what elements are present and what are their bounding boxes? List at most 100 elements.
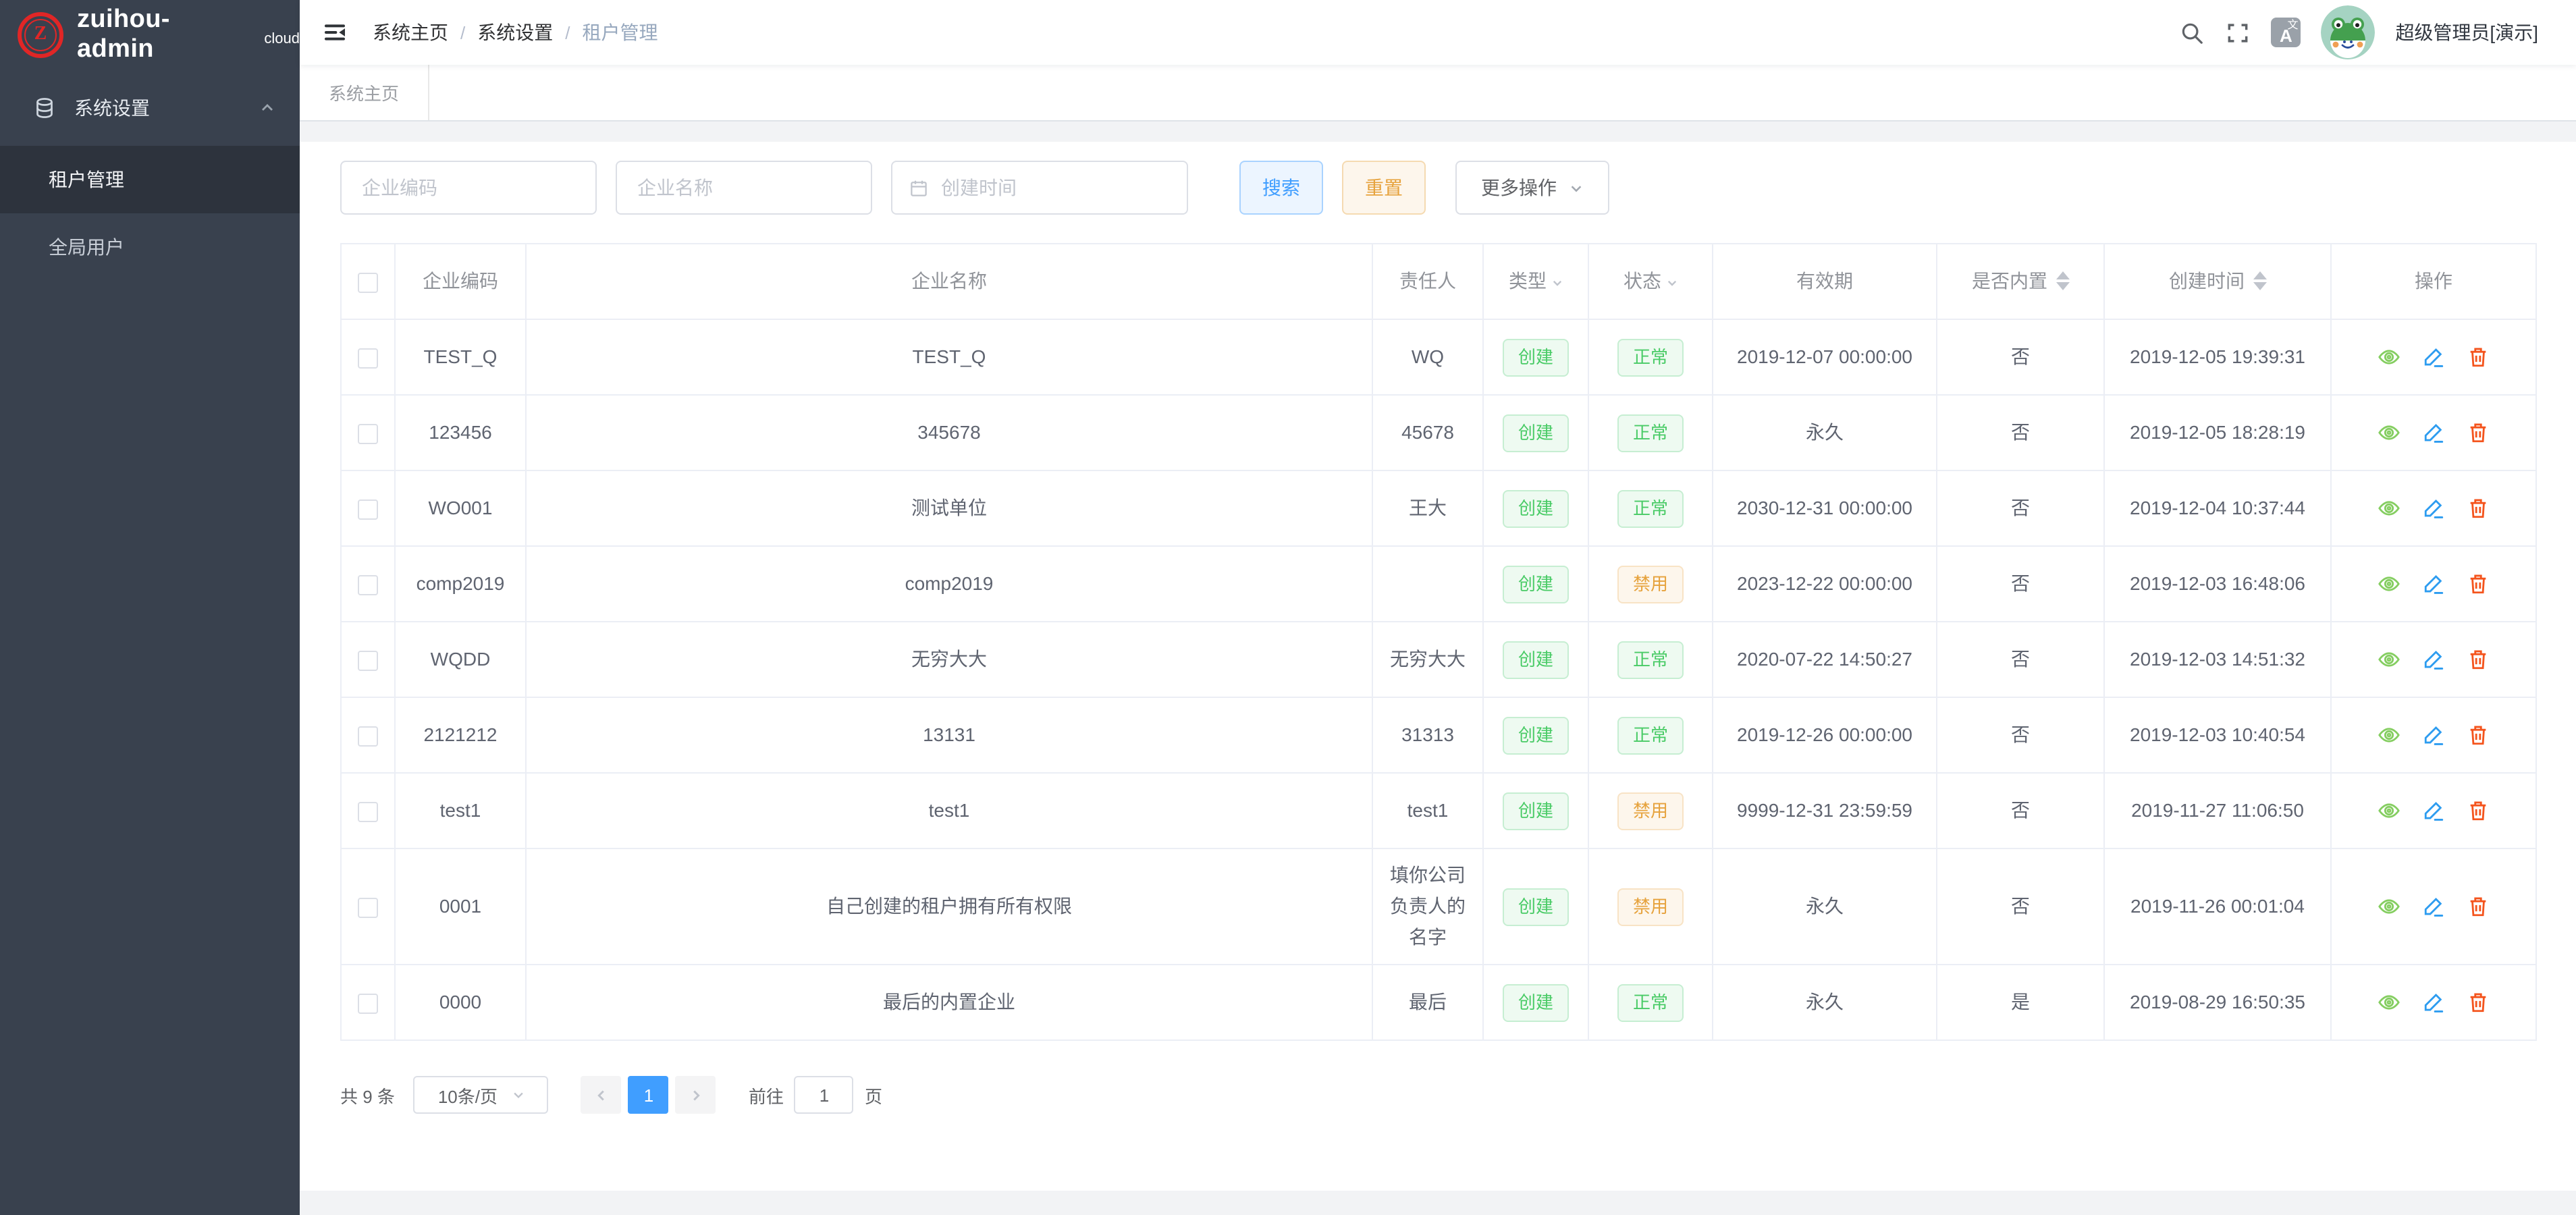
language-icon-sub: 文 bbox=[2287, 20, 2298, 31]
avatar[interactable] bbox=[2321, 5, 2375, 59]
row-checkbox[interactable] bbox=[358, 726, 378, 747]
logo-letter: Z bbox=[34, 24, 47, 46]
hamburger-icon[interactable] bbox=[321, 19, 348, 46]
reset-button[interactable]: 重置 bbox=[1342, 161, 1426, 215]
cell-owner: 无穷大大 bbox=[1372, 622, 1483, 697]
company-code-input[interactable] bbox=[340, 161, 597, 215]
sidebar-item-system-settings[interactable]: 系统设置 bbox=[0, 70, 300, 146]
edit-icon[interactable] bbox=[2422, 895, 2445, 918]
calendar-icon bbox=[909, 178, 929, 198]
view-icon[interactable] bbox=[2378, 648, 2400, 671]
row-checkbox[interactable] bbox=[358, 424, 378, 444]
cell-status: 禁用 bbox=[1588, 773, 1713, 848]
view-icon[interactable] bbox=[2378, 991, 2400, 1014]
fullscreen-icon[interactable] bbox=[2225, 20, 2251, 45]
status-tag: 正常 bbox=[1618, 489, 1683, 527]
view-icon[interactable] bbox=[2378, 421, 2400, 444]
sort-carets-icon[interactable] bbox=[2253, 272, 2266, 291]
search-icon[interactable] bbox=[2179, 20, 2205, 45]
row-checkbox[interactable] bbox=[358, 348, 378, 369]
table-row: 21212121313131313创建正常2019-12-26 00:00:00… bbox=[341, 697, 2536, 773]
status-tag: 禁用 bbox=[1618, 565, 1683, 603]
cell-expiry: 2019-12-07 00:00:00 bbox=[1713, 319, 1937, 395]
cell-owner: 王大 bbox=[1372, 470, 1483, 546]
row-checkbox[interactable] bbox=[358, 994, 378, 1014]
delete-icon[interactable] bbox=[2467, 648, 2490, 671]
column-header-select[interactable] bbox=[341, 244, 395, 319]
status-tag: 正常 bbox=[1618, 716, 1683, 754]
row-checkbox[interactable] bbox=[358, 651, 378, 671]
main-area: 系统主页 / 系统设置 / 租户管理 A bbox=[300, 0, 2576, 1215]
goto-page-input[interactable] bbox=[795, 1076, 854, 1114]
page-number-button[interactable]: 1 bbox=[628, 1076, 669, 1114]
company-name-input[interactable] bbox=[616, 161, 872, 215]
cell-expiry: 永久 bbox=[1713, 965, 1937, 1040]
cell-name: 345678 bbox=[526, 395, 1372, 470]
row-checkbox[interactable] bbox=[358, 575, 378, 595]
sidebar-menu: 系统设置 租户管理 全局用户 bbox=[0, 70, 300, 281]
delete-icon[interactable] bbox=[2467, 799, 2490, 822]
cell-builtin: 否 bbox=[1937, 697, 2104, 773]
delete-icon[interactable] bbox=[2467, 991, 2490, 1014]
column-header-builtin[interactable]: 是否内置 bbox=[1937, 244, 2104, 319]
view-icon[interactable] bbox=[2378, 346, 2400, 369]
view-icon[interactable] bbox=[2378, 799, 2400, 822]
current-user-name[interactable]: 超级管理员[演示] bbox=[2395, 19, 2538, 46]
delete-icon[interactable] bbox=[2467, 497, 2490, 520]
cell-type: 创建 bbox=[1483, 848, 1588, 965]
select-all-checkbox[interactable] bbox=[358, 273, 378, 293]
view-icon[interactable] bbox=[2378, 497, 2400, 520]
column-header-created[interactable]: 创建时间 bbox=[2104, 244, 2331, 319]
prev-page-button[interactable] bbox=[581, 1076, 622, 1114]
cell-select bbox=[341, 965, 395, 1040]
cell-created: 2019-08-29 16:50:35 bbox=[2104, 965, 2331, 1040]
edit-icon[interactable] bbox=[2422, 799, 2445, 822]
edit-icon[interactable] bbox=[2422, 648, 2445, 671]
logo[interactable]: Z zuihou-admin cloud bbox=[0, 0, 300, 70]
logo-icon: Z bbox=[18, 12, 63, 58]
row-checkbox[interactable] bbox=[358, 802, 378, 822]
create-time-input[interactable]: 创建时间 bbox=[891, 161, 1188, 215]
filter-chevron-icon[interactable] bbox=[1665, 277, 1678, 289]
breadcrumb-item-settings[interactable]: 系统设置 bbox=[477, 19, 553, 46]
edit-icon[interactable] bbox=[2422, 497, 2445, 520]
search-button[interactable]: 搜索 bbox=[1239, 161, 1323, 215]
cell-type: 创建 bbox=[1483, 546, 1588, 622]
view-icon[interactable] bbox=[2378, 895, 2400, 918]
column-header-status[interactable]: 状态 bbox=[1588, 244, 1713, 319]
delete-icon[interactable] bbox=[2467, 572, 2490, 595]
more-actions-button[interactable]: 更多操作 bbox=[1455, 161, 1609, 215]
sort-carets-icon[interactable] bbox=[2056, 272, 2069, 291]
cell-actions bbox=[2331, 470, 2536, 546]
breadcrumb-item-home[interactable]: 系统主页 bbox=[373, 19, 448, 46]
sidebar-item-tenant-management[interactable]: 租户管理 bbox=[0, 146, 300, 213]
cell-actions bbox=[2331, 773, 2536, 848]
cell-type: 创建 bbox=[1483, 470, 1588, 546]
view-icon[interactable] bbox=[2378, 724, 2400, 747]
tab-system-home[interactable]: 系统主页 bbox=[300, 65, 429, 120]
row-checkbox[interactable] bbox=[358, 500, 378, 520]
edit-icon[interactable] bbox=[2422, 991, 2445, 1014]
language-icon[interactable]: A 文 bbox=[2271, 18, 2301, 47]
delete-icon[interactable] bbox=[2467, 346, 2490, 369]
cell-select bbox=[341, 773, 395, 848]
next-page-button[interactable] bbox=[676, 1076, 716, 1114]
view-icon[interactable] bbox=[2378, 572, 2400, 595]
page-size-select[interactable]: 10条/页 bbox=[414, 1076, 549, 1114]
create-time-placeholder: 创建时间 bbox=[941, 174, 1017, 201]
filter-chevron-icon[interactable] bbox=[1551, 277, 1563, 289]
edit-icon[interactable] bbox=[2422, 421, 2445, 444]
table-row: TEST_QTEST_QWQ创建正常2019-12-07 00:00:00否20… bbox=[341, 319, 2536, 395]
delete-icon[interactable] bbox=[2467, 895, 2490, 918]
delete-icon[interactable] bbox=[2467, 724, 2490, 747]
cell-expiry: 2023-12-22 00:00:00 bbox=[1713, 546, 1937, 622]
edit-icon[interactable] bbox=[2422, 572, 2445, 595]
delete-icon[interactable] bbox=[2467, 421, 2490, 444]
row-checkbox[interactable] bbox=[358, 898, 378, 918]
cell-created: 2019-12-03 14:51:32 bbox=[2104, 622, 2331, 697]
edit-icon[interactable] bbox=[2422, 724, 2445, 747]
status-tag: 正常 bbox=[1618, 983, 1683, 1021]
edit-icon[interactable] bbox=[2422, 346, 2445, 369]
column-header-type[interactable]: 类型 bbox=[1483, 244, 1588, 319]
sidebar-item-global-users[interactable]: 全局用户 bbox=[0, 213, 300, 281]
